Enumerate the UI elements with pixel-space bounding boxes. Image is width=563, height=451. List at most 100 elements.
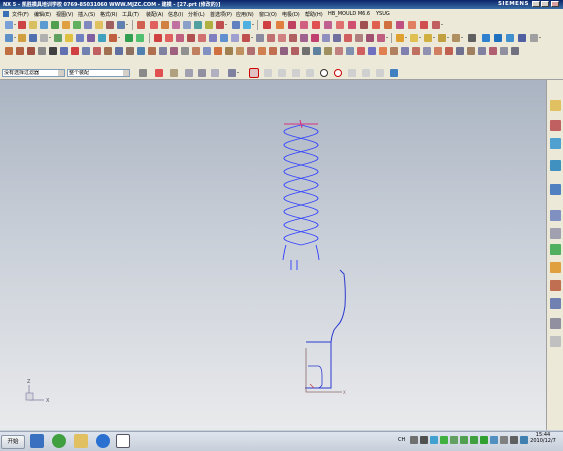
hole-icon[interactable]: [183, 21, 191, 29]
mould-icon-10[interactable]: [372, 21, 380, 29]
measure-icon[interactable]: [452, 34, 463, 42]
circle-icon[interactable]: [320, 69, 328, 77]
mould-icon-9[interactable]: [360, 21, 368, 29]
plane-icon[interactable]: [424, 34, 435, 42]
network-icon[interactable]: [520, 436, 528, 444]
curve-icon-2[interactable]: [16, 47, 24, 55]
line-icon[interactable]: [264, 69, 272, 77]
chamfer-icon[interactable]: [243, 21, 254, 29]
cross-icon[interactable]: [348, 69, 356, 77]
curve-icon-36[interactable]: [412, 47, 420, 55]
revolve-icon[interactable]: [172, 21, 180, 29]
start-button[interactable]: 开始: [1, 435, 25, 449]
menu-tools[interactable]: 工具(T): [122, 11, 139, 18]
refresh-icon[interactable]: [73, 21, 81, 29]
surface-icon-21[interactable]: [377, 34, 388, 42]
curve-icon-38[interactable]: [434, 47, 442, 55]
rotate-icon[interactable]: [106, 21, 114, 29]
tray-icon-2[interactable]: [420, 436, 428, 444]
print-icon[interactable]: [40, 34, 51, 42]
history-icon[interactable]: [550, 210, 561, 221]
boss-icon[interactable]: [194, 21, 202, 29]
ime-label[interactable]: CH: [398, 437, 405, 443]
curve-icon-23[interactable]: [269, 47, 277, 55]
sphere-icon[interactable]: [518, 34, 526, 42]
menu-assembly[interactable]: 装配(A): [146, 11, 163, 18]
fit-icon[interactable]: [84, 21, 92, 29]
query-icon[interactable]: [468, 34, 476, 42]
surface-icon-18[interactable]: [344, 34, 352, 42]
curve-icon-34[interactable]: [390, 47, 398, 55]
surface-icon-2[interactable]: [165, 34, 173, 42]
mould-icon-8[interactable]: [348, 21, 356, 29]
cylinder-icon[interactable]: [494, 34, 502, 42]
menu-edit[interactable]: 编辑(E): [34, 11, 51, 18]
tray-icon-6[interactable]: [460, 436, 468, 444]
curve-icon-13[interactable]: [159, 47, 167, 55]
surface-icon-20[interactable]: [366, 34, 374, 42]
menu-format[interactable]: 格式(R): [100, 11, 117, 18]
snap-icon-4[interactable]: [198, 69, 206, 77]
surface-icon-11[interactable]: [267, 34, 275, 42]
curve-icon-11[interactable]: [137, 47, 145, 55]
surface-icon-4[interactable]: [187, 34, 195, 42]
type-filter-dropdown[interactable]: 没有选择过滤器: [2, 69, 65, 77]
menu-preferences[interactable]: 首选项(P): [210, 11, 232, 18]
select-icon[interactable]: [5, 21, 16, 29]
part-navigator-icon[interactable]: [550, 138, 561, 149]
curve-icon-32[interactable]: [368, 47, 376, 55]
render-icon[interactable]: [109, 34, 120, 42]
curve-icon-10[interactable]: [126, 47, 134, 55]
mould-icon-7[interactable]: [336, 21, 344, 29]
surface-icon-19[interactable]: [355, 34, 363, 42]
curve-icon-15[interactable]: [181, 47, 189, 55]
tray-icon-1[interactable]: [410, 436, 418, 444]
reuse-library-icon[interactable]: [550, 160, 561, 171]
blend-icon[interactable]: [232, 21, 240, 29]
open-icon[interactable]: [18, 34, 26, 42]
system-scenes-icon[interactable]: [550, 298, 561, 309]
tray-icon-4[interactable]: [440, 436, 448, 444]
curve-icon-42[interactable]: [478, 47, 486, 55]
curve-icon-21[interactable]: [247, 47, 255, 55]
curve-icon-28[interactable]: [324, 47, 332, 55]
roles-icon[interactable]: [550, 280, 561, 291]
sketch-icon[interactable]: [137, 21, 145, 29]
mould-icon-14[interactable]: [420, 21, 428, 29]
menu-insert[interactable]: 插入(S): [78, 11, 95, 18]
tray-icon-7[interactable]: [470, 436, 478, 444]
surface-icon-3[interactable]: [176, 34, 184, 42]
minimize-button[interactable]: [532, 1, 540, 7]
primitive-icon[interactable]: [530, 34, 541, 42]
vector-icon[interactable]: [410, 34, 421, 42]
snap-icon-7[interactable]: [249, 68, 259, 78]
mould-icon-2[interactable]: [276, 21, 284, 29]
curve-icon-18[interactable]: [214, 47, 222, 55]
mould-icon-6[interactable]: [324, 21, 332, 29]
menu-ysug[interactable]: YSUG: [376, 11, 390, 17]
mould-icon-1[interactable]: [263, 21, 271, 29]
curve-icon-1[interactable]: [5, 47, 13, 55]
menu-file[interactable]: 文件(F): [12, 11, 29, 18]
tray-icon-10[interactable]: [500, 436, 508, 444]
menu-application[interactable]: 应用(N): [236, 11, 254, 18]
point-icon[interactable]: [396, 34, 407, 42]
tangent-icon[interactable]: [306, 69, 314, 77]
close-button[interactable]: [551, 1, 559, 7]
mould-icon-11[interactable]: [384, 21, 392, 29]
surface-icon-10[interactable]: [256, 34, 264, 42]
assembly-navigator-icon[interactable]: [550, 100, 561, 111]
box-icon[interactable]: [482, 34, 490, 42]
snap-icon-5[interactable]: [211, 69, 219, 77]
curve-icon-44[interactable]: [500, 47, 508, 55]
curve-icon-6[interactable]: [82, 47, 90, 55]
body-icon[interactable]: [390, 69, 398, 77]
folder-app-icon[interactable]: [74, 434, 88, 448]
curve-icon-39[interactable]: [445, 47, 453, 55]
text-icon[interactable]: [49, 47, 57, 55]
mould-icon-3[interactable]: [288, 21, 296, 29]
slash-icon[interactable]: [278, 69, 286, 77]
snap-icon-3[interactable]: [185, 69, 193, 77]
curve-icon-30[interactable]: [346, 47, 354, 55]
csys-icon[interactable]: [438, 34, 449, 42]
